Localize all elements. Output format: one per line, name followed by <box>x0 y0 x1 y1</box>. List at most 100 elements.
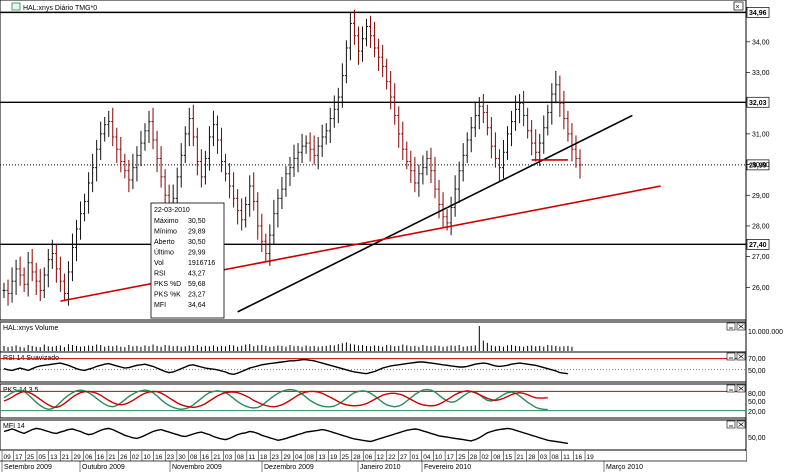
info-row-value: 29,89 <box>188 229 206 236</box>
y-tick-label: 34,00 <box>752 39 770 46</box>
x-day-label: 18 <box>260 454 268 461</box>
x-month-label: Janeiro 2010 <box>360 464 401 471</box>
x-day-label: 11 <box>248 454 255 461</box>
x-day-label: 16 <box>202 454 210 461</box>
x-month-label: Março 2010 <box>606 464 643 471</box>
stoch-tick-20: 20,00 <box>748 409 766 416</box>
x-day-label: 05 <box>38 454 46 461</box>
x-day-label: 26 <box>120 454 128 461</box>
rsi-tick-50: 50,00 <box>748 368 766 375</box>
x-day-label: 28 <box>528 454 536 461</box>
x-day-label: 06 <box>85 454 93 461</box>
x-day-label: 25 <box>458 454 466 461</box>
stock-chart: HAL:xnys Diário TMG*0 × 34,9632,0329,992… <box>0 0 800 472</box>
info-row-label: RSI <box>154 271 166 278</box>
x-day-label: 25 <box>27 454 35 461</box>
x-day-label: 22 <box>388 454 396 461</box>
x-day-label: 01 <box>412 454 420 461</box>
x-day-label: 23 <box>167 454 175 461</box>
x-day-label: 02 <box>132 454 140 461</box>
x-month-label: Novembro 2009 <box>172 464 222 471</box>
info-row-label: Mínimo <box>154 229 177 236</box>
mfi-tick-50: 50,00 <box>748 435 766 442</box>
x-day-label: 10 <box>435 454 443 461</box>
x-day-label: 10 <box>143 454 151 461</box>
data-info-box: 22-03-2010 Máximo 30,50 Mínimo 29,89 Aberto 3… <box>150 202 225 319</box>
info-row-label: MFI <box>154 302 166 309</box>
stoch-tick-50: 50,00 <box>748 399 766 406</box>
x-day-label: 02 <box>482 454 490 461</box>
x-month-label: Setembro 2009 <box>4 464 52 471</box>
info-row-value: 29,99 <box>188 250 206 257</box>
x-day-label: 03 <box>540 454 548 461</box>
info-row-value: 43,27 <box>188 271 206 278</box>
volume-tick: 10.000.000 <box>748 329 783 336</box>
info-row-label: Último <box>154 248 174 257</box>
info-row-value: 34,64 <box>188 302 206 309</box>
info-row-label: Vol <box>154 260 164 267</box>
info-row-value: 1916716 <box>188 260 215 267</box>
info-date: 22-03-2010 <box>154 207 190 214</box>
rsi-pane <box>0 351 747 383</box>
x-day-label: 08 <box>190 454 198 461</box>
x-day-label: 15 <box>505 454 513 461</box>
x-day-label: 19 <box>587 454 595 461</box>
pane-minimize-button[interactable] <box>726 352 736 361</box>
x-day-label: 17 <box>15 454 23 461</box>
x-day-label: 21 <box>517 454 525 461</box>
rsi-tick-70: 70,00 <box>748 356 766 363</box>
pane-minimize-button[interactable] <box>726 322 736 331</box>
pane-minimize-button[interactable] <box>726 384 736 393</box>
x-day-label: 17 <box>447 454 455 461</box>
info-row-value: 59,68 <box>188 281 206 288</box>
price-level-label: 34,96 <box>749 10 767 17</box>
price-level-label: 32,03 <box>749 100 767 107</box>
x-month-label: Outubro 2009 <box>82 464 125 471</box>
volume-pane <box>0 321 747 353</box>
info-row-value: 30,50 <box>188 239 206 246</box>
x-day-label: 13 <box>318 454 326 461</box>
x-day-label: 03 <box>225 454 233 461</box>
x-day-label: 23 <box>272 454 280 461</box>
x-day-label: 28 <box>353 454 361 461</box>
y-tick-label: 31,00 <box>752 131 770 138</box>
pane-minimize-button[interactable] <box>726 420 736 429</box>
x-month-label: Fevereiro 2010 <box>424 464 471 471</box>
x-day-label: 19 <box>330 454 338 461</box>
price-level-label: 27,40 <box>749 242 767 249</box>
x-day-label: 28 <box>470 454 478 461</box>
x-day-label: 16 <box>155 454 163 461</box>
x-day-label: 09 <box>4 454 12 461</box>
y-tick-label: 30,00 <box>752 162 770 169</box>
x-day-label: 08 <box>307 454 315 461</box>
x-day-label: 21 <box>62 454 70 461</box>
x-day-label: 29 <box>73 454 81 461</box>
x-day-label: 11 <box>563 454 570 461</box>
y-tick-label: 26,00 <box>752 285 770 292</box>
info-row-label: PKS %D <box>154 281 181 288</box>
info-row-value: 30,50 <box>188 218 206 225</box>
volume-pane-title: HAL:xnys Volume <box>3 325 58 332</box>
x-day-label: 08 <box>552 454 560 461</box>
title-toggle-icon[interactable] <box>11 2 21 11</box>
x-day-label: 16 <box>97 454 105 461</box>
x-day-label: 21 <box>213 454 221 461</box>
x-day-label: 27 <box>400 454 408 461</box>
info-row-label: PKS %K <box>154 292 181 299</box>
info-row-label: Máximo <box>154 218 179 225</box>
window-controls: × <box>733 1 744 11</box>
window-title: HAL:xnys Diário TMG*0 <box>23 5 97 12</box>
info-row-label: Aberto <box>154 239 175 246</box>
y-tick-label: 27,00 <box>752 254 770 261</box>
close-icon: × <box>736 4 740 11</box>
x-day-label: 04 <box>295 454 303 461</box>
price-pane <box>0 0 747 321</box>
x-day-label: 08 <box>237 454 245 461</box>
x-day-label: 08 <box>493 454 501 461</box>
x-day-label: 29 <box>283 454 291 461</box>
x-day-label: 12 <box>377 454 385 461</box>
x-month-label: Dezembro 2009 <box>264 464 314 471</box>
x-day-label: 21 <box>108 454 116 461</box>
y-tick-label: 28,00 <box>752 223 770 230</box>
x-day-label: 06 <box>365 454 373 461</box>
